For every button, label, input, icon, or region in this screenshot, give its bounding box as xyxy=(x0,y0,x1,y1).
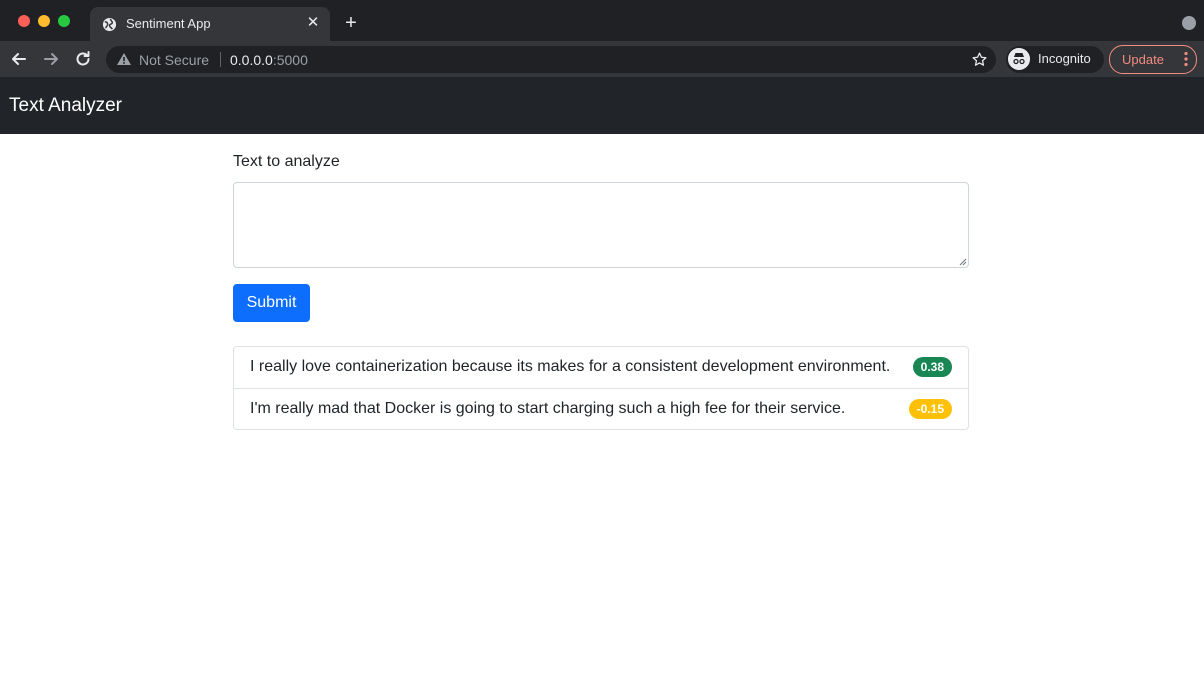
star-icon[interactable] xyxy=(971,51,988,68)
result-text: I'm really mad that Docker is going to s… xyxy=(250,400,846,417)
back-arrow-icon[interactable] xyxy=(9,49,29,69)
incognito-icon xyxy=(1008,48,1030,70)
navbar: Text Analyzer xyxy=(0,77,1204,134)
reload-icon[interactable] xyxy=(73,49,93,69)
tab-search-icon[interactable] xyxy=(1182,16,1196,30)
resize-grip-icon[interactable] xyxy=(958,257,967,266)
update-label: Update xyxy=(1122,52,1164,67)
results-list: I really love containerization because i… xyxy=(233,346,969,430)
url-port: :5000 xyxy=(272,52,308,68)
browser-titlebar: Sentiment App ✕ + xyxy=(0,0,1204,41)
tab-title: Sentiment App xyxy=(126,16,211,31)
update-button[interactable]: Update xyxy=(1109,45,1197,74)
url-host: 0.0.0.0 xyxy=(230,52,273,68)
list-item: I really love containerization because i… xyxy=(234,347,968,388)
new-tab-button[interactable]: + xyxy=(340,12,362,34)
address-separator xyxy=(220,52,221,67)
text-input[interactable] xyxy=(233,182,969,268)
browser-toolbar: Not Secure 0.0.0.0:5000 Incognito Update xyxy=(0,41,1204,77)
text-input-label: Text to analyze xyxy=(233,153,340,170)
list-item: I'm really mad that Docker is going to s… xyxy=(234,388,968,429)
close-window-button[interactable] xyxy=(18,15,30,27)
globe-icon xyxy=(102,17,117,32)
not-secure-label: Not Secure xyxy=(139,52,210,68)
browser-tab[interactable]: Sentiment App ✕ xyxy=(90,7,330,41)
maximize-window-button[interactable] xyxy=(58,15,70,27)
navbar-brand[interactable]: Text Analyzer xyxy=(9,95,122,117)
url-text: 0.0.0.0:5000 xyxy=(230,52,308,68)
address-bar[interactable]: Not Secure 0.0.0.0:5000 xyxy=(106,46,996,73)
minimize-window-button[interactable] xyxy=(38,15,50,27)
incognito-label: Incognito xyxy=(1038,51,1091,66)
incognito-indicator[interactable]: Incognito xyxy=(1006,46,1104,73)
result-text: I really love containerization because i… xyxy=(250,358,891,375)
more-vert-icon xyxy=(1184,51,1188,67)
tab-close-icon[interactable]: ✕ xyxy=(304,14,322,32)
score-badge: -0.15 xyxy=(908,399,952,419)
forward-arrow-icon[interactable] xyxy=(41,49,61,69)
submit-button[interactable]: Submit xyxy=(233,284,310,322)
warning-icon xyxy=(117,53,131,65)
score-badge: 0.38 xyxy=(912,357,952,377)
